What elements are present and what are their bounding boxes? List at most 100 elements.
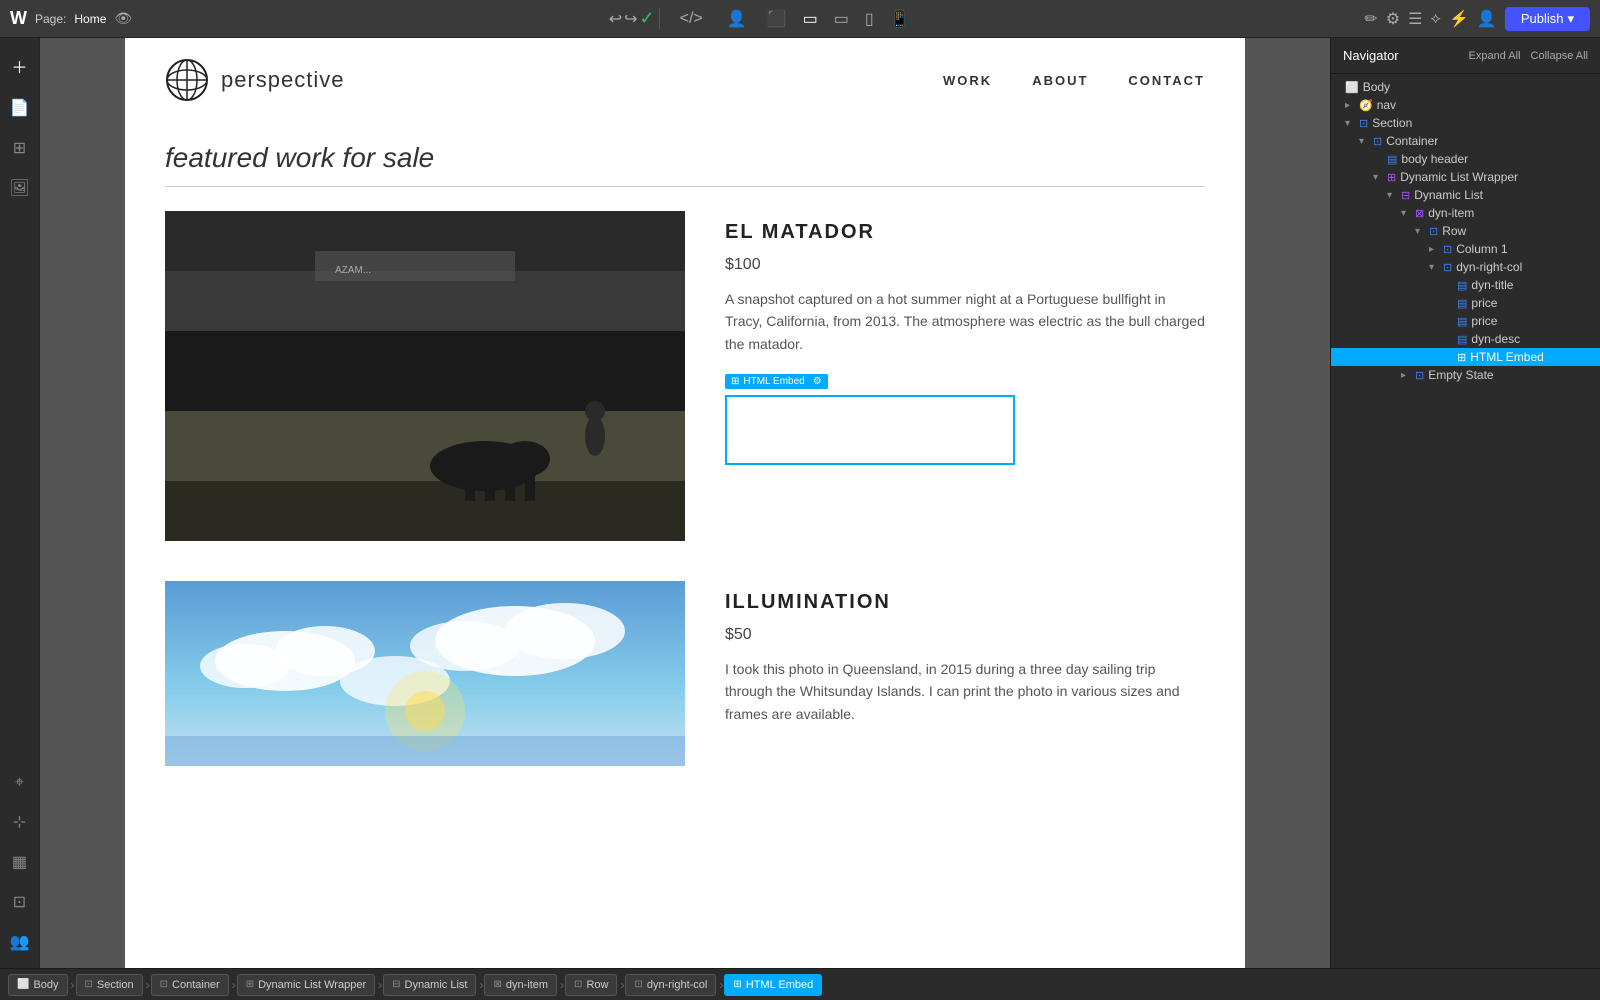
- breadcrumb-html-embed[interactable]: ⊞HTML Embed: [724, 974, 822, 996]
- nav-contact[interactable]: CONTACT: [1128, 73, 1205, 88]
- tree-arrow-nav[interactable]: ▸: [1345, 100, 1359, 111]
- breadcrumb-container[interactable]: ⊡Container: [151, 974, 229, 996]
- nav-about[interactable]: ABOUT: [1032, 73, 1088, 88]
- tree-item-dyn-item[interactable]: ▾ ⊠ dyn-item: [1331, 204, 1600, 222]
- svg-text:AZAM...: AZAM...: [335, 265, 371, 276]
- sky-svg: [165, 581, 685, 766]
- tree-type-icon-dyn-right-col: ⊡: [1443, 261, 1452, 274]
- desktop-icon[interactable]: ▭: [803, 9, 818, 29]
- cursor-icon[interactable]: ⌖: [7, 766, 32, 800]
- profile-icon[interactable]: 👤: [727, 9, 747, 29]
- breadcrumb-row[interactable]: ⊡Row: [565, 974, 617, 996]
- tree-item-dynamic-list[interactable]: ▾ ⊟ Dynamic List: [1331, 186, 1600, 204]
- interactions-icon[interactable]: ⟡: [1430, 10, 1441, 28]
- product-info-1: EL MATADOR $100 A snapshot captured on a…: [725, 211, 1205, 541]
- page-name: Home: [74, 12, 106, 26]
- tree-item-dyn-title[interactable]: ▤ dyn-title: [1331, 276, 1600, 294]
- product-item-1: AZAM... EL MATADOR $100 A snapshot captu…: [165, 211, 1205, 541]
- tree-item-row[interactable]: ▾ ⊡ Row: [1331, 222, 1600, 240]
- tree-item-empty-state[interactable]: ▸ ⊡ Empty State: [1331, 366, 1600, 384]
- page-label: Page:: [35, 12, 66, 26]
- main-area: ＋ 📄 ⊞ 🖼 ⌖ ⊹ ▦ ⊡ 👥: [0, 38, 1600, 968]
- breadcrumb-sep-5: ›: [560, 978, 564, 992]
- breadcrumb-dynamic-list-wrapper[interactable]: ⊞Dynamic List Wrapper: [237, 974, 375, 996]
- tree-type-icon-empty-state: ⊡: [1415, 369, 1424, 382]
- eye-icon[interactable]: 👁: [114, 10, 132, 27]
- html-embed-badge[interactable]: ⊞ HTML Embed ⚙: [725, 374, 828, 389]
- tree-item-html-embed[interactable]: ⊞ HTML Embed: [1331, 348, 1600, 366]
- undo-icon[interactable]: ↩: [609, 9, 622, 29]
- logo-svg-icon: [165, 58, 209, 102]
- tablet-icon[interactable]: ▯: [865, 9, 874, 29]
- tree-label-section: Section: [1372, 116, 1412, 130]
- tree-item-price-2[interactable]: ▤ price: [1331, 312, 1600, 330]
- tree-item-price-1[interactable]: ▤ price: [1331, 294, 1600, 312]
- tree-arrow-empty-state[interactable]: ▸: [1401, 370, 1415, 381]
- navigator-actions: Expand All Collapse All: [1469, 50, 1588, 62]
- collapse-all-button[interactable]: Collapse All: [1531, 50, 1588, 62]
- grid-icon[interactable]: ▦: [4, 844, 35, 880]
- check-icon[interactable]: ✓: [640, 8, 655, 29]
- breadcrumb-sep-7: ›: [719, 978, 723, 992]
- tree-item-body[interactable]: ⬜ Body: [1331, 78, 1600, 96]
- tree-item-section[interactable]: ▾ ⊡ Section: [1331, 114, 1600, 132]
- tree-arrow-dynamic-list-wrapper[interactable]: ▾: [1373, 172, 1387, 183]
- breadcrumb-sep-4: ›: [479, 978, 483, 992]
- bc-icon-section: ⊡: [85, 979, 93, 990]
- pages-icon[interactable]: 📄: [2, 90, 38, 126]
- breadcrumb-dyn-right-col[interactable]: ⊡dyn-right-col: [625, 974, 716, 996]
- tree-arrow-column-1[interactable]: ▸: [1429, 244, 1443, 255]
- nav-work[interactable]: WORK: [943, 73, 992, 88]
- breadcrumb-dynamic-list[interactable]: ⊟Dynamic List: [383, 974, 476, 996]
- tree-label-html-embed: HTML Embed: [1470, 350, 1544, 364]
- breadcrumb-section[interactable]: ⊡Section: [76, 974, 143, 996]
- assets-icon[interactable]: 🖼: [1, 170, 37, 206]
- person-icon[interactable]: 👤: [1477, 9, 1497, 29]
- tree-arrow-dyn-right-col[interactable]: ▾: [1429, 262, 1443, 273]
- edit-icon[interactable]: ✏: [1364, 9, 1377, 29]
- bc-icon-html-embed: ⊞: [733, 979, 741, 990]
- tree-arrow-dynamic-list[interactable]: ▾: [1387, 190, 1401, 201]
- tree-label-dyn-item: dyn-item: [1428, 206, 1474, 220]
- selector-icon[interactable]: ⊹: [5, 804, 34, 840]
- lightning-icon[interactable]: ⚡: [1449, 9, 1469, 29]
- breadcrumb-sep-2: ›: [232, 978, 236, 992]
- add-icon[interactable]: ＋: [3, 46, 35, 86]
- embed-settings-icon[interactable]: ⚙: [813, 376, 822, 387]
- site-logo: perspective: [165, 58, 345, 102]
- html-embed-box[interactable]: [725, 395, 1015, 465]
- publish-button[interactable]: Publish ▾: [1505, 7, 1590, 31]
- code-icon[interactable]: </>: [680, 10, 703, 28]
- tree-item-container[interactable]: ▾ ⊡ Container: [1331, 132, 1600, 150]
- tree-arrow-container[interactable]: ▾: [1359, 136, 1373, 147]
- tree-item-dyn-desc[interactable]: ▤ dyn-desc: [1331, 330, 1600, 348]
- breadcrumb-dyn-item[interactable]: ⊠dyn-item: [484, 974, 557, 996]
- layers-icon[interactable]: ⊡: [5, 884, 34, 920]
- mobile-icon[interactable]: 📱: [890, 9, 910, 29]
- tree-item-nav[interactable]: ▸ 🧭 nav: [1331, 96, 1600, 114]
- tree-arrow-section[interactable]: ▾: [1345, 118, 1359, 129]
- menu-icon[interactable]: ☰: [1408, 9, 1422, 29]
- expand-all-button[interactable]: Expand All: [1469, 50, 1521, 62]
- desktop-large-icon[interactable]: ⬛: [767, 9, 787, 29]
- redo-icon[interactable]: ↪: [624, 9, 637, 29]
- tree-item-column-1[interactable]: ▸ ⊡ Column 1: [1331, 240, 1600, 258]
- publish-label: Publish: [1521, 11, 1564, 26]
- settings-icon[interactable]: ⚙: [1386, 9, 1400, 29]
- tree-arrow-row[interactable]: ▾: [1415, 226, 1429, 237]
- breadcrumb-sep-6: ›: [620, 978, 624, 992]
- breadcrumb-body[interactable]: ⬜Body: [8, 974, 68, 996]
- tree-label-dyn-desc: dyn-desc: [1471, 332, 1520, 346]
- tree-item-body-header[interactable]: ▤ body header: [1331, 150, 1600, 168]
- tree-type-icon-section: ⊡: [1359, 117, 1368, 130]
- canvas-area[interactable]: perspective WORK ABOUT CONTACT featured …: [40, 38, 1330, 968]
- cms-icon[interactable]: ⊞: [5, 130, 34, 166]
- users-icon[interactable]: 👥: [2, 924, 38, 960]
- tablet-landscape-icon[interactable]: ▭: [834, 9, 849, 29]
- tree-item-dynamic-list-wrapper[interactable]: ▾ ⊞ Dynamic List Wrapper: [1331, 168, 1600, 186]
- breadcrumb-sep-3: ›: [378, 978, 382, 992]
- tree-arrow-dyn-item[interactable]: ▾: [1401, 208, 1415, 219]
- breadcrumb-sep-1: ›: [146, 978, 150, 992]
- tree-item-dyn-right-col[interactable]: ▾ ⊡ dyn-right-col: [1331, 258, 1600, 276]
- navigator-tree: ⬜ Body ▸ 🧭 nav ▾ ⊡ Section ▾ ⊡ Container…: [1331, 74, 1600, 968]
